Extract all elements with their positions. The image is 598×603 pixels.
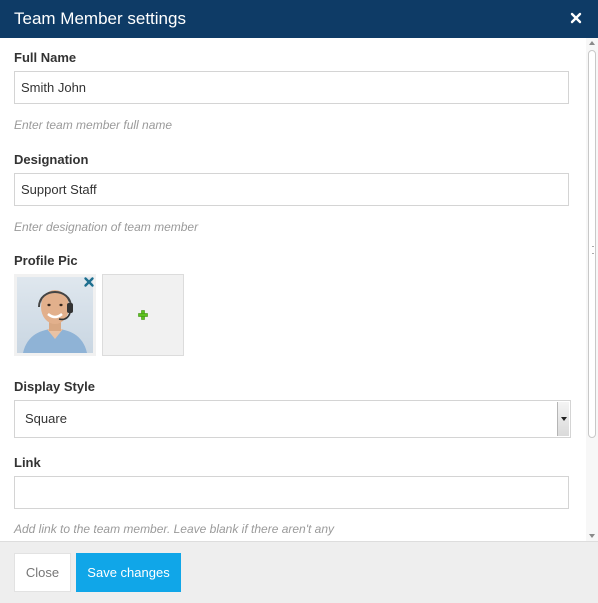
designation-input[interactable]: Support Staff — [14, 173, 569, 206]
dialog-footer: Close Save changes — [0, 541, 598, 603]
dialog-body: Full Name Smith John Enter team member f… — [0, 38, 598, 541]
display-style-select[interactable]: Square — [14, 400, 571, 438]
full-name-help: Enter team member full name — [14, 118, 173, 132]
remove-icon[interactable] — [83, 276, 95, 288]
full-name-label: Full Name — [14, 50, 77, 65]
close-button[interactable]: Close — [14, 553, 71, 592]
close-icon[interactable] — [566, 8, 586, 28]
save-changes-button[interactable]: Save changes — [76, 553, 181, 592]
vertical-scrollbar[interactable] — [586, 38, 598, 541]
chevron-down-icon[interactable] — [557, 402, 569, 436]
plus-icon — [138, 310, 148, 320]
link-label: Link — [14, 455, 41, 470]
avatar-photo — [17, 277, 93, 353]
designation-label: Designation — [14, 152, 89, 167]
add-profile-pic-button[interactable] — [102, 274, 184, 356]
dialog-header: Team Member settings — [0, 0, 598, 38]
full-name-input[interactable]: Smith John — [14, 71, 569, 104]
display-style-selected: Square — [25, 411, 67, 426]
scrollbar-thumb[interactable] — [588, 50, 596, 438]
scroll-up-icon[interactable] — [589, 41, 595, 45]
link-help: Add link to the team member. Leave blank… — [14, 522, 335, 536]
display-style-label: Display Style — [14, 379, 95, 394]
link-input[interactable] — [14, 476, 569, 509]
designation-help: Enter designation of team member — [14, 220, 199, 234]
team-member-settings-dialog: Team Member settings Full Name Smith Joh… — [0, 0, 598, 603]
dialog-title: Team Member settings — [14, 9, 186, 28]
scroll-down-icon[interactable] — [589, 534, 595, 538]
profile-pic-label: Profile Pic — [14, 253, 78, 268]
